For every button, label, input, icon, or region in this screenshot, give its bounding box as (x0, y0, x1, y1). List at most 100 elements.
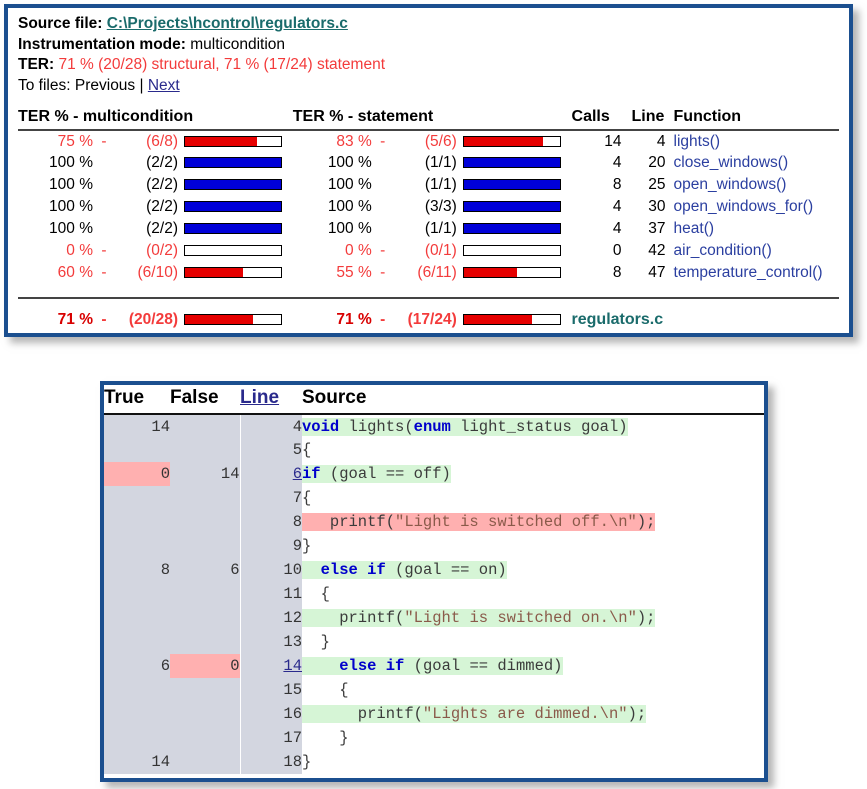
multicondition-fraction: (2/2) (146, 220, 178, 237)
next-link[interactable]: Next (148, 77, 180, 94)
source-code-text: { (302, 441, 312, 459)
calls-count: 8 (612, 176, 622, 193)
statement-progress (462, 218, 572, 240)
multicondition-percent: 75 % (57, 132, 93, 150)
statement-percent: 100 % (327, 198, 372, 215)
statement-dash (375, 218, 391, 240)
function-name[interactable]: close_windows() (674, 152, 839, 174)
calls-count: 8 (612, 264, 622, 281)
true-count-cell (104, 438, 170, 462)
ter-line: TER: 71 % (20/28) structural, 71 % (17/2… (18, 55, 839, 76)
ter-value: 71 % (20/28) structural, 71 % (17/24) st… (58, 56, 386, 73)
coverage-total-row: 71 % - (20/28) 71 % - (17/24) regulators.c (18, 297, 839, 332)
false-count-cell: 6 (170, 558, 241, 582)
source-line-row: 9} (104, 534, 764, 558)
multicondition-dash (96, 152, 112, 174)
function-name[interactable]: heat() (674, 218, 839, 240)
line-number: 37 (648, 220, 666, 237)
line-header-link[interactable]: Line (240, 387, 279, 408)
source-header-row: True False Line Source (104, 385, 764, 415)
source-line-row: 8 printf("Light is switched off.\n"); (104, 510, 764, 534)
multicondition-progress-bar (184, 201, 282, 213)
source-line-number: 11 (240, 582, 302, 606)
source-line-row: 16 printf("Lights are dimmed.\n"); (104, 702, 764, 726)
line-number: 4 (656, 132, 666, 150)
source-file-link[interactable]: C:\Projects\hcontrol\regulators.c (107, 15, 348, 32)
statement-percent: 100 % (327, 176, 372, 193)
source-line-number: 4 (240, 414, 302, 438)
coverage-table: TER % - multicondition TER % - statement… (18, 108, 839, 332)
coverage-summary-inner: Source file: C:\Projects\hcontrol\regula… (8, 8, 849, 333)
total-multicondition-progress-bar (184, 314, 282, 326)
multicondition-percent: 100 % (49, 154, 93, 171)
statement-progress-bar (462, 245, 561, 257)
multicondition-fraction: (6/8) (146, 132, 178, 150)
page-root: Source file: C:\Projects\hcontrol\regula… (0, 0, 867, 789)
col-header-source: Source (302, 385, 764, 415)
multicondition-dash (96, 196, 112, 218)
false-count-cell: 14 (170, 462, 241, 486)
false-count-cell (170, 414, 241, 438)
statement-progress-bar (462, 179, 561, 191)
statement-progress (462, 174, 572, 196)
source-line-row: 14 18} (104, 750, 764, 774)
coverage-row: 100 % (2/2) 100 % (1/1) 4 20 close_windows() (18, 152, 839, 174)
coverage-row: 60 % - (6/10) 55 % - (6/11) 8 47 temperature_con… (18, 262, 839, 284)
source-line-number[interactable]: 6 (240, 462, 302, 486)
source-code-text: printf("Light is switched off.\n"); (302, 513, 656, 531)
true-count-cell: 14 (104, 750, 170, 774)
line-number-link[interactable]: 6 (293, 465, 302, 483)
true-count-cell (104, 630, 170, 654)
source-code-cell: { (302, 678, 764, 702)
multicondition-percent: 60 % (57, 264, 93, 281)
function-name[interactable]: lights() (674, 130, 839, 152)
source-line-number: 5 (240, 438, 302, 462)
false-count-cell (170, 486, 241, 510)
statement-percent: 0 % (345, 242, 372, 259)
line-number-link[interactable]: 14 (283, 657, 302, 675)
true-count-cell (104, 678, 170, 702)
statement-progress (462, 152, 572, 174)
statement-percent: 100 % (327, 154, 372, 171)
instrumentation-value: multicondition (190, 35, 286, 53)
source-line-row: 7{ (104, 486, 764, 510)
function-name[interactable]: air_condition() (674, 240, 839, 262)
source-line-number: 12 (240, 606, 302, 630)
false-count-cell (170, 702, 241, 726)
source-table-head: True False Line Source (104, 385, 764, 415)
col-header-multicondition: TER % - multicondition (18, 108, 293, 131)
function-name[interactable]: temperature_control() (674, 262, 839, 284)
source-line-number[interactable]: 14 (240, 654, 302, 678)
statement-progress-bar (462, 267, 561, 279)
coverage-row: 100 % (2/2) 100 % (1/1) 4 37 heat() (18, 218, 839, 240)
coverage-table-head: TER % - multicondition TER % - statement… (18, 108, 839, 131)
source-line-row: 17 } (104, 726, 764, 750)
multicondition-progress-bar (184, 135, 282, 147)
line-number: 47 (648, 264, 666, 281)
source-file-label: Source file: (18, 15, 103, 32)
function-name[interactable]: open_windows() (674, 174, 839, 196)
total-file-name: regulators.c (571, 297, 839, 332)
true-count-cell (104, 606, 170, 630)
source-line-number: 10 (240, 558, 302, 582)
source-code-text: { (302, 681, 349, 699)
source-line-row: 0 14 6 if (goal == off) (104, 462, 764, 486)
source-code-text: if (goal == off) (302, 465, 451, 483)
multicondition-fraction: (2/2) (146, 176, 178, 193)
col-header-function: Function (673, 108, 839, 131)
source-line-number: 9 (240, 534, 302, 558)
multicondition-fraction: (2/2) (146, 154, 178, 171)
statement-fraction: (1/1) (424, 154, 457, 171)
source-code-cell: void lights(enum light_status goal) (302, 414, 764, 438)
coverage-row: 100 % (2/2) 100 % (1/1) 8 25 open_windows() (18, 174, 839, 196)
statement-progress (462, 240, 572, 262)
total-statement-percent: 71 % (292, 297, 375, 332)
source-line-number: 8 (240, 510, 302, 534)
multicondition-progress-bar (184, 157, 282, 169)
multicondition-percent: 100 % (49, 198, 93, 215)
multicondition-fraction: (6/10) (137, 264, 179, 281)
source-code-cell: { (302, 582, 764, 606)
calls-count: 0 (612, 242, 622, 259)
function-name[interactable]: open_windows_for() (674, 196, 839, 218)
multicondition-progress-bar (184, 267, 282, 279)
